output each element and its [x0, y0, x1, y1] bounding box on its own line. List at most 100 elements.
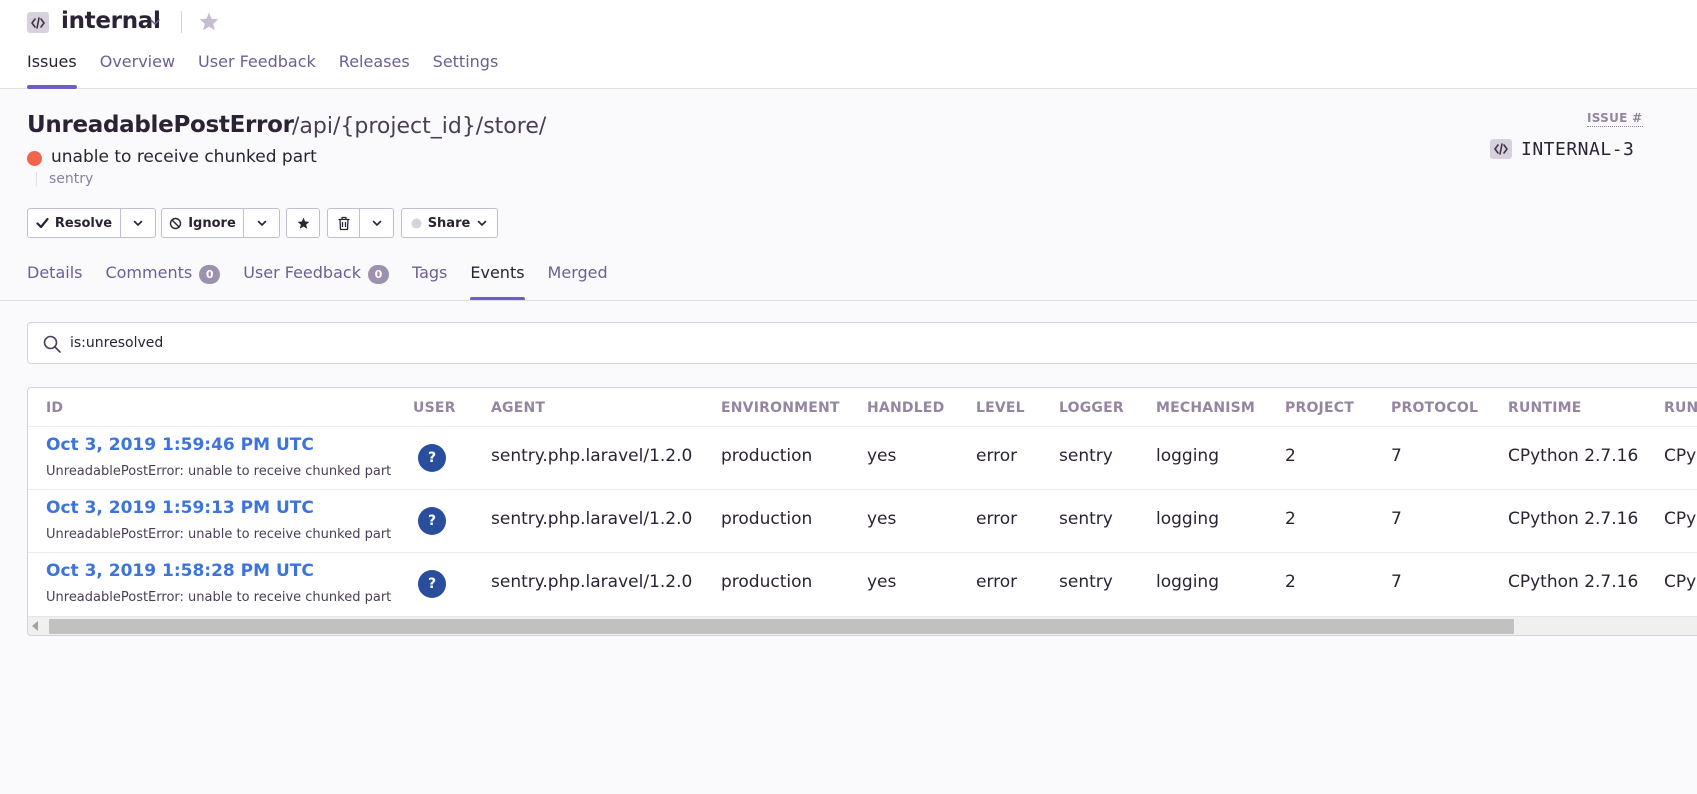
star-icon	[297, 217, 309, 229]
star-icon[interactable]	[197, 10, 221, 34]
cell-level: error	[976, 572, 1018, 592]
divider	[181, 11, 182, 33]
resolve-dropdown-button[interactable]	[121, 208, 156, 238]
column-header-user: USER	[413, 400, 456, 416]
column-header-protocol: PROTOCOL	[1391, 400, 1479, 416]
share-label: Share	[427, 215, 471, 231]
tab-tags[interactable]: Tags	[412, 263, 447, 301]
tab-issues[interactable]: Issues	[27, 52, 77, 89]
cell-run: CPy	[1664, 446, 1697, 466]
table-row: Oct 3, 2019 1:59:46 PM UTC UnreadablePos…	[28, 426, 1697, 489]
cell-environment: production	[721, 446, 813, 466]
avatar[interactable]: ?	[418, 444, 446, 472]
cell-level: error	[976, 446, 1018, 466]
comments-count-badge: 0	[199, 265, 221, 284]
delete-button[interactable]	[327, 208, 360, 238]
divider	[0, 300, 1697, 301]
avatar[interactable]: ?	[418, 507, 446, 535]
column-header-handled: HANDLED	[867, 400, 945, 416]
cell-protocol: 7	[1391, 509, 1402, 529]
share-button[interactable]: Share	[401, 208, 498, 238]
cell-agent: sentry.php.laravel/1.2.0	[491, 446, 693, 466]
event-search-bar[interactable]	[27, 322, 1697, 364]
tab-events[interactable]: Events	[470, 263, 525, 301]
event-link[interactable]: Oct 3, 2019 1:59:46 PM UTC	[46, 435, 314, 455]
cell-environment: production	[721, 572, 813, 592]
cell-agent: sentry.php.laravel/1.2.0	[491, 572, 693, 592]
bookmark-button[interactable]	[286, 208, 320, 238]
cell-level: error	[976, 509, 1018, 529]
column-header-run: RUN	[1664, 400, 1697, 416]
column-header-runtime: RUNTIME	[1508, 400, 1582, 416]
project-header: internal Issues Overview User Feedback R…	[0, 0, 1697, 89]
cell-logger: sentry	[1059, 446, 1113, 466]
column-header-level: LEVEL	[976, 400, 1025, 416]
column-header-id: ID	[46, 400, 64, 416]
tab-merged[interactable]: Merged	[548, 263, 608, 301]
project-name[interactable]: internal	[61, 8, 161, 34]
chevron-down-icon	[133, 220, 143, 227]
resolve-label: Resolve	[54, 215, 113, 231]
ignore-label: Ignore	[188, 215, 236, 231]
cell-run: CPy	[1664, 509, 1697, 529]
issue-title: UnreadablePostError	[27, 112, 294, 138]
tab-details[interactable]: Details	[27, 263, 82, 301]
event-title: UnreadablePostError: unable to receive c…	[46, 590, 392, 605]
cell-mechanism: logging	[1156, 446, 1219, 466]
issue-logger[interactable]: sentry	[49, 171, 93, 187]
divider	[36, 172, 37, 186]
tab-user-feedback[interactable]: User Feedback 0	[243, 263, 389, 301]
events-table: ID USER AGENT ENVIRONMENT HANDLED LEVEL …	[27, 387, 1697, 636]
cell-environment: production	[721, 509, 813, 529]
cell-logger: sentry	[1059, 509, 1113, 529]
resolve-button[interactable]: Resolve	[27, 208, 121, 238]
checkmark-icon	[36, 217, 49, 229]
cell-run: CPy	[1664, 572, 1697, 592]
scrollbar-thumb[interactable]	[49, 619, 1514, 634]
column-header-mechanism: MECHANISM	[1156, 400, 1256, 416]
chevron-down-icon	[257, 220, 266, 227]
event-link[interactable]: Oct 3, 2019 1:59:13 PM UTC	[46, 498, 314, 518]
cell-runtime: CPython 2.7.16	[1508, 509, 1639, 529]
column-header-environment: ENVIRONMENT	[721, 400, 840, 416]
horizontal-scrollbar[interactable]	[28, 616, 1697, 635]
issue-culprit: /api/{project_id}/store/	[292, 114, 547, 139]
chevron-down-icon	[372, 220, 381, 227]
project-nav: Issues Overview User Feedback Releases S…	[27, 52, 521, 89]
ignore-dropdown-button[interactable]	[244, 208, 280, 238]
event-link[interactable]: Oct 3, 2019 1:58:28 PM UTC	[46, 561, 314, 581]
avatar[interactable]: ?	[418, 570, 446, 598]
cell-project: 2	[1285, 446, 1296, 466]
cell-project: 2	[1285, 572, 1296, 592]
column-header-logger: LOGGER	[1059, 400, 1124, 416]
code-icon	[1490, 139, 1512, 159]
tab-settings[interactable]: Settings	[433, 52, 499, 89]
cell-logger: sentry	[1059, 572, 1113, 592]
level-indicator	[27, 151, 42, 166]
cell-handled: yes	[867, 572, 897, 592]
cell-mechanism: logging	[1156, 509, 1219, 529]
scroll-left-arrow-icon[interactable]	[32, 621, 38, 631]
tab-overview[interactable]: Overview	[100, 52, 175, 89]
delete-dropdown-button[interactable]	[360, 208, 394, 238]
table-row: Oct 3, 2019 1:59:13 PM UTC UnreadablePos…	[28, 489, 1697, 552]
cell-handled: yes	[867, 446, 897, 466]
tab-releases[interactable]: Releases	[339, 52, 410, 89]
cell-runtime: CPython 2.7.16	[1508, 446, 1639, 466]
issue-short-id: INTERNAL-3	[1521, 139, 1635, 160]
tab-user-feedback[interactable]: User Feedback	[198, 52, 316, 89]
column-header-project: PROJECT	[1285, 400, 1354, 416]
issue-nav: Details Comments 0 User Feedback 0 Tags Ev…	[27, 263, 631, 301]
search-input[interactable]	[70, 332, 870, 354]
cell-project: 2	[1285, 509, 1296, 529]
ignore-button[interactable]: Ignore	[161, 208, 244, 238]
column-header-agent: AGENT	[491, 400, 546, 416]
cell-protocol: 7	[1391, 446, 1402, 466]
chevron-down-icon[interactable]	[148, 15, 162, 29]
cell-agent: sentry.php.laravel/1.2.0	[491, 509, 693, 529]
trash-icon	[338, 216, 349, 230]
tab-comments[interactable]: Comments 0	[105, 263, 221, 301]
event-title: UnreadablePostError: unable to receive c…	[46, 527, 392, 542]
issue-message: unable to receive chunked part	[51, 147, 317, 167]
search-icon	[43, 335, 61, 353]
